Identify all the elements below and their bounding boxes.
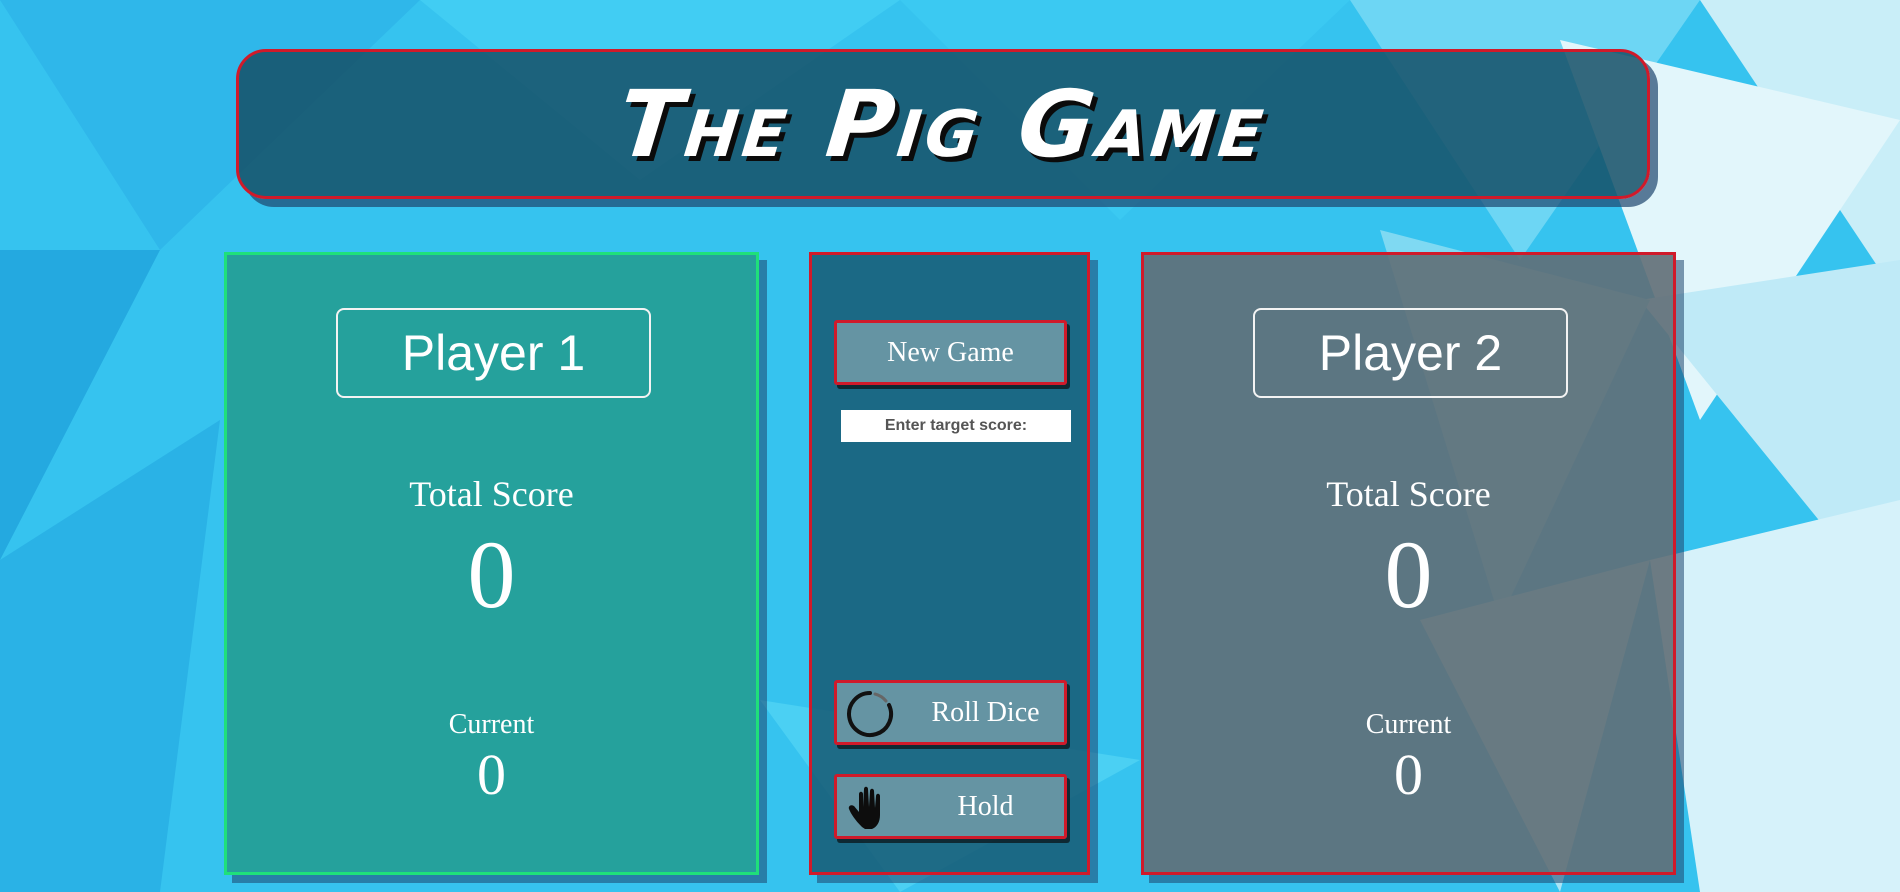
player-2-total-label: Total Score — [1326, 474, 1491, 514]
title-banner: The Pig Game — [236, 49, 1650, 199]
roll-dice-label: Roll Dice — [931, 696, 1040, 728]
player-2-current-label: Current — [1365, 709, 1452, 740]
player-1-current-label: Current — [448, 709, 535, 740]
spinner-icon — [847, 691, 893, 737]
controls-panel: New Game Roll Dice Hold — [809, 252, 1090, 875]
player-1-panel: Player 1 Total Score 0 Current 0 — [224, 252, 759, 875]
player-1-total-score: 0 — [467, 521, 516, 628]
player-2-panel: Player 2 Total Score 0 Current 0 — [1141, 252, 1676, 875]
game-title: The Pig Game — [613, 70, 1273, 178]
hold-button[interactable]: Hold — [834, 774, 1067, 839]
new-game-button[interactable]: New Game — [834, 320, 1067, 385]
player-1-current-score: 0 — [477, 742, 506, 807]
player-2-name: Player 2 — [1253, 308, 1568, 398]
player-2-total-score: 0 — [1384, 521, 1433, 628]
player-2-current-score: 0 — [1394, 742, 1423, 807]
new-game-label: New Game — [887, 336, 1014, 368]
player-1-total-label: Total Score — [409, 474, 574, 514]
hold-label: Hold — [957, 790, 1014, 822]
hand-icon — [848, 786, 880, 829]
roll-dice-button[interactable]: Roll Dice — [834, 680, 1067, 745]
player-1-name: Player 1 — [336, 308, 651, 398]
target-score-input[interactable] — [841, 410, 1071, 442]
